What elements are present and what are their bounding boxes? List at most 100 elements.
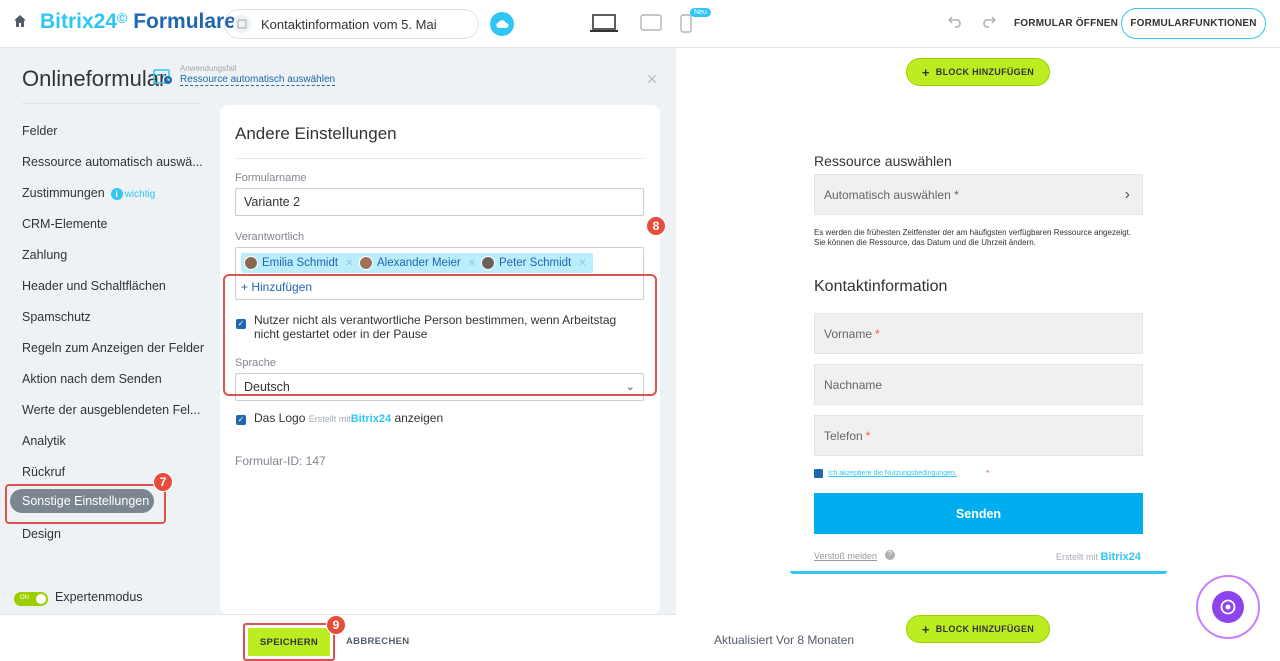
expert-mode-toggle[interactable]: ON bbox=[14, 592, 48, 606]
sidebar-item-label: Werte der ausgeblendeten Fel... bbox=[22, 403, 201, 417]
terms-checkbox[interactable] bbox=[814, 469, 823, 478]
tablet-view-icon[interactable] bbox=[640, 14, 662, 37]
responsible-tag[interactable]: Alexander Meier ✕ bbox=[356, 253, 483, 273]
close-icon[interactable]: ✕ bbox=[646, 71, 658, 88]
sidebar-item[interactable]: Zahlung bbox=[22, 248, 67, 262]
responsible-name: Peter Schmidt bbox=[499, 257, 572, 269]
sidebar-item[interactable]: Felder bbox=[22, 124, 57, 138]
sidebar-item[interactable]: Rückruf bbox=[22, 465, 65, 479]
assistant-button[interactable] bbox=[1196, 575, 1260, 639]
logo-checkbox[interactable]: ✓ bbox=[236, 415, 246, 425]
sidebar-item-label: Zustimmungen bbox=[22, 186, 105, 200]
phone-placeholder: Telefon bbox=[824, 428, 863, 443]
expert-mode-label: Expertenmodus bbox=[55, 590, 143, 604]
created-brand: Bitrix24 bbox=[1100, 551, 1141, 563]
sidebar-item[interactable]: Aktion nach dem Senden bbox=[22, 372, 162, 386]
brand-logo[interactable]: Bitrix24© Formulare bbox=[40, 10, 236, 34]
open-form-button[interactable]: FORMULAR ÖFFNEN bbox=[1014, 18, 1118, 29]
resource-select[interactable]: Automatisch auswählen * › bbox=[814, 174, 1143, 215]
toggle-on-label: ON bbox=[20, 595, 29, 601]
important-badge-label: wichtig bbox=[124, 189, 156, 200]
cloud-save-icon[interactable] bbox=[490, 12, 514, 36]
info-icon: i bbox=[110, 188, 123, 200]
responsible-tag[interactable]: Peter Schmidt ✕ bbox=[478, 253, 593, 273]
nav-divider bbox=[22, 103, 200, 104]
sidebar-item[interactable]: Header und Schaltflächen bbox=[22, 279, 166, 293]
highlight-step-9 bbox=[243, 623, 335, 661]
add-block-label: BLOCK HINZUFÜGEN bbox=[935, 624, 1035, 634]
required-mark: * bbox=[875, 326, 880, 341]
important-badge[interactable]: i wichtig bbox=[110, 188, 156, 200]
assistant-icon bbox=[1212, 591, 1244, 623]
phone-field[interactable]: Telefon * bbox=[814, 415, 1143, 456]
lastname-field[interactable]: Nachname bbox=[814, 364, 1143, 405]
sidebar-item[interactable]: CRM-Elemente bbox=[22, 217, 107, 231]
logo-brand: Bitrix24 bbox=[350, 413, 392, 425]
logo-prefix: Das Logo bbox=[254, 411, 306, 425]
sidebar-item-label: Analytik bbox=[22, 434, 66, 448]
form-name-input[interactable]: Variante 2 bbox=[235, 188, 644, 216]
sidebar-item[interactable]: Zustimmungen i wichtig bbox=[22, 186, 155, 200]
plus-icon: + bbox=[921, 621, 930, 637]
sidebar-item[interactable]: Werte der ausgeblendeten Fel... bbox=[22, 403, 200, 417]
sidebar-item-label: Rückruf bbox=[22, 465, 66, 479]
card-divider bbox=[235, 158, 644, 159]
form-title-field[interactable]: Kontaktinformation vom 5. Mai bbox=[224, 9, 479, 39]
responsible-tag[interactable]: Emilia Schmidt ✕ bbox=[241, 253, 360, 273]
panel-title: Onlineformular bbox=[22, 66, 167, 91]
sidebar-item[interactable]: Analytik bbox=[22, 434, 66, 448]
help-icon[interactable]: ? bbox=[885, 550, 895, 560]
brand-suffix: Formulare bbox=[127, 10, 236, 33]
bottom-bar: SPEICHERN 9 ABBRECHEN bbox=[0, 614, 676, 661]
phone-view-icon[interactable] bbox=[680, 14, 692, 39]
lastname-placeholder: Nachname bbox=[824, 377, 883, 392]
terms-required-mark: * bbox=[986, 469, 990, 478]
use-case-label: Anwendungsfall bbox=[180, 64, 237, 73]
toggle-knob bbox=[36, 594, 46, 604]
form-functions-button[interactable]: FORMULARFUNKTIONEN bbox=[1121, 8, 1266, 39]
form-bottom-accent bbox=[790, 571, 1167, 574]
cancel-button[interactable]: ABBRECHEN bbox=[346, 636, 409, 647]
contact-heading: Kontaktinformation bbox=[814, 278, 948, 295]
laptop-view-icon[interactable] bbox=[590, 14, 618, 39]
terms-link[interactable]: Ich akzeptiere die Nutzungsbedingungen. bbox=[828, 470, 957, 477]
card-title: Andere Einstellungen bbox=[235, 124, 397, 143]
avatar bbox=[359, 256, 373, 270]
logo-small-text: Erstellt mit bbox=[308, 414, 351, 424]
created-prefix: Erstellt mit bbox=[1056, 552, 1099, 562]
redo-icon[interactable] bbox=[980, 14, 996, 33]
step-badge-9: 9 bbox=[326, 615, 346, 635]
sidebar-item-label: Design bbox=[22, 527, 61, 541]
resource-heading: Ressource auswählen bbox=[814, 153, 952, 169]
remove-tag-icon[interactable]: ✕ bbox=[468, 258, 476, 269]
home-icon[interactable] bbox=[12, 13, 28, 29]
settings-panel: Onlineformular Anwendungsfall Ressource … bbox=[0, 48, 676, 615]
add-block-button-top[interactable]: + BLOCK HINZUFÜGEN bbox=[906, 58, 1050, 86]
highlight-step-7 bbox=[5, 484, 166, 524]
brand-main: Bitrix24 bbox=[40, 10, 118, 33]
sidebar-item-label: Zahlung bbox=[22, 248, 68, 262]
firstname-field[interactable]: Vorname * bbox=[814, 313, 1143, 354]
sidebar-item-label: CRM-Elemente bbox=[22, 217, 108, 231]
avatar bbox=[481, 256, 495, 270]
use-case-link[interactable]: Ressource automatisch auswählen bbox=[180, 74, 336, 86]
sidebar-item-label: Felder bbox=[22, 124, 58, 138]
sidebar-item-label: Ressource automatisch auswä... bbox=[22, 155, 203, 169]
send-button[interactable]: Senden bbox=[814, 493, 1143, 534]
sidebar-item[interactable]: Spamschutz bbox=[22, 310, 91, 324]
sidebar-item[interactable]: Regeln zum Anzeigen der Felder bbox=[22, 341, 204, 355]
responsible-name: Alexander Meier bbox=[377, 257, 461, 269]
undo-icon[interactable] bbox=[948, 14, 964, 33]
add-block-button-bottom[interactable]: + BLOCK HINZUFÜGEN bbox=[906, 615, 1050, 643]
new-badge: Neu bbox=[690, 8, 711, 17]
remove-tag-icon[interactable]: ✕ bbox=[578, 258, 586, 269]
sidebar-item-label: Spamschutz bbox=[22, 310, 91, 324]
sidebar-item[interactable]: Design bbox=[22, 527, 61, 541]
sidebar-item[interactable]: Ressource automatisch auswä... bbox=[22, 155, 203, 169]
required-mark: * bbox=[865, 428, 871, 443]
report-link[interactable]: Verstoß melden bbox=[814, 551, 877, 561]
form-title: Kontaktinformation vom 5. Mai bbox=[261, 16, 437, 32]
logo-checkbox-label: Das Logo Erstellt mitBitrix24 anzeigen bbox=[254, 411, 443, 426]
remove-tag-icon[interactable]: ✕ bbox=[345, 258, 353, 269]
responsible-label: Verantwortlich bbox=[235, 231, 305, 243]
